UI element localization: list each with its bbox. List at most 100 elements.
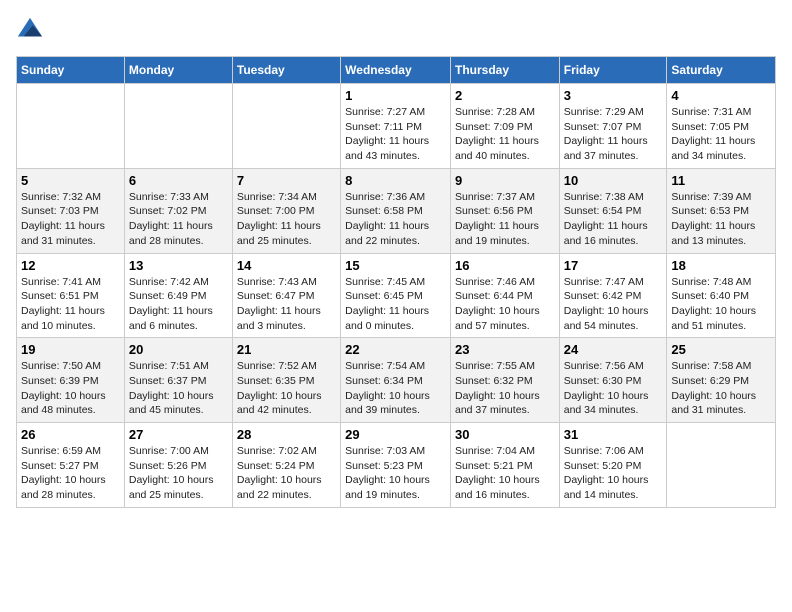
day-info: Sunrise: 6:59 AM Sunset: 5:27 PM Dayligh… — [21, 444, 120, 503]
day-info: Sunrise: 7:31 AM Sunset: 7:05 PM Dayligh… — [671, 105, 771, 164]
day-number: 4 — [671, 88, 771, 103]
calendar-cell: 22Sunrise: 7:54 AM Sunset: 6:34 PM Dayli… — [341, 338, 451, 423]
calendar-cell — [232, 84, 340, 169]
day-info: Sunrise: 7:37 AM Sunset: 6:56 PM Dayligh… — [455, 190, 555, 249]
calendar-cell: 12 Sunrise: 7:41 AM Sunset: 6:51 PM Dayli… — [17, 253, 125, 338]
week-row-3: 12 Sunrise: 7:41 AM Sunset: 6:51 PM Dayli… — [17, 253, 776, 338]
day-info: Sunrise: 7:42 AM Sunset: 6:49 PM Dayligh… — [129, 275, 228, 334]
day-info: Sunrise: 7:02 AM Sunset: 5:24 PM Dayligh… — [237, 444, 336, 503]
day-header-saturday: Saturday — [667, 57, 776, 84]
day-number: 15 — [345, 258, 446, 273]
day-number: 19 — [21, 342, 120, 357]
day-number: 14 — [237, 258, 336, 273]
day-number: 18 — [671, 258, 771, 273]
calendar-cell: 23 Sunrise: 7:55 AM Sunset: 6:32 PM Dayli… — [450, 338, 559, 423]
calendar-cell: 20Sunrise: 7:51 AM Sunset: 6:37 PM Dayli… — [124, 338, 232, 423]
day-info: Sunrise: 7:41 AM Sunset: 6:51 PM Dayligh… — [21, 275, 120, 334]
calendar-cell: 25Sunrise: 7:58 AM Sunset: 6:29 PM Dayli… — [667, 338, 776, 423]
day-header-wednesday: Wednesday — [341, 57, 451, 84]
day-header-monday: Monday — [124, 57, 232, 84]
calendar-cell: 17Sunrise: 7:47 AM Sunset: 6:42 PM Dayli… — [559, 253, 667, 338]
calendar-cell: 8 Sunrise: 7:36 AM Sunset: 6:58 PM Daylig… — [341, 168, 451, 253]
day-info: Sunrise: 7:50 AM Sunset: 6:39 PM Dayligh… — [21, 359, 120, 418]
day-info: Sunrise: 7:55 AM Sunset: 6:32 PM Dayligh… — [455, 359, 555, 418]
day-header-friday: Friday — [559, 57, 667, 84]
day-info: Sunrise: 7:56 AM Sunset: 6:30 PM Dayligh… — [564, 359, 663, 418]
day-header-sunday: Sunday — [17, 57, 125, 84]
week-row-4: 19 Sunrise: 7:50 AM Sunset: 6:39 PM Dayli… — [17, 338, 776, 423]
day-info: Sunrise: 7:27 AM Sunset: 7:11 PM Dayligh… — [345, 105, 446, 164]
week-row-1: 1 Sunrise: 7:27 AM Sunset: 7:11 PM Daylig… — [17, 84, 776, 169]
day-info: Sunrise: 7:46 AM Sunset: 6:44 PM Dayligh… — [455, 275, 555, 334]
day-info: Sunrise: 7:48 AM Sunset: 6:40 PM Dayligh… — [671, 275, 771, 334]
day-number: 27 — [129, 427, 228, 442]
day-number: 28 — [237, 427, 336, 442]
logo — [16, 16, 48, 44]
calendar-cell: 27Sunrise: 7:00 AM Sunset: 5:26 PM Dayli… — [124, 423, 232, 508]
calendar-cell: 6 Sunrise: 7:33 AM Sunset: 7:02 PM Daylig… — [124, 168, 232, 253]
day-info: Sunrise: 7:32 AM Sunset: 7:03 PM Dayligh… — [21, 190, 120, 249]
day-number: 6 — [129, 173, 228, 188]
day-info: Sunrise: 7:34 AM Sunset: 7:00 PM Dayligh… — [237, 190, 336, 249]
day-number: 21 — [237, 342, 336, 357]
calendar-cell: 14 Sunrise: 7:43 AM Sunset: 6:47 PM Dayli… — [232, 253, 340, 338]
calendar-cell: 18 Sunrise: 7:48 AM Sunset: 6:40 PM Dayli… — [667, 253, 776, 338]
day-info: Sunrise: 7:43 AM Sunset: 6:47 PM Dayligh… — [237, 275, 336, 334]
day-number: 3 — [564, 88, 663, 103]
calendar-cell: 13 Sunrise: 7:42 AM Sunset: 6:49 PM Dayli… — [124, 253, 232, 338]
day-header-thursday: Thursday — [450, 57, 559, 84]
day-number: 17 — [564, 258, 663, 273]
day-number: 1 — [345, 88, 446, 103]
calendar-cell: 16Sunrise: 7:46 AM Sunset: 6:44 PM Dayli… — [450, 253, 559, 338]
day-info: Sunrise: 7:03 AM Sunset: 5:23 PM Dayligh… — [345, 444, 446, 503]
calendar-cell: 19 Sunrise: 7:50 AM Sunset: 6:39 PM Dayli… — [17, 338, 125, 423]
day-header-tuesday: Tuesday — [232, 57, 340, 84]
calendar-cell: 26 Sunrise: 6:59 AM Sunset: 5:27 PM Dayli… — [17, 423, 125, 508]
day-number: 10 — [564, 173, 663, 188]
calendar-cell: 15 Sunrise: 7:45 AM Sunset: 6:45 PM Dayli… — [341, 253, 451, 338]
day-info: Sunrise: 7:45 AM Sunset: 6:45 PM Dayligh… — [345, 275, 446, 334]
day-number: 7 — [237, 173, 336, 188]
day-info: Sunrise: 7:54 AM Sunset: 6:34 PM Dayligh… — [345, 359, 446, 418]
calendar-cell: 10 Sunrise: 7:38 AM Sunset: 6:54 PM Dayli… — [559, 168, 667, 253]
calendar-cell: 21 Sunrise: 7:52 AM Sunset: 6:35 PM Dayli… — [232, 338, 340, 423]
calendar-cell: 31Sunrise: 7:06 AM Sunset: 5:20 PM Dayli… — [559, 423, 667, 508]
day-number: 2 — [455, 88, 555, 103]
day-info: Sunrise: 7:04 AM Sunset: 5:21 PM Dayligh… — [455, 444, 555, 503]
day-number: 29 — [345, 427, 446, 442]
day-number: 30 — [455, 427, 555, 442]
day-info: Sunrise: 7:38 AM Sunset: 6:54 PM Dayligh… — [564, 190, 663, 249]
day-info: Sunrise: 7:36 AM Sunset: 6:58 PM Dayligh… — [345, 190, 446, 249]
calendar-cell: 30 Sunrise: 7:04 AM Sunset: 5:21 PM Dayli… — [450, 423, 559, 508]
day-number: 26 — [21, 427, 120, 442]
calendar-table: SundayMondayTuesdayWednesdayThursdayFrid… — [16, 56, 776, 508]
calendar-cell — [17, 84, 125, 169]
day-info: Sunrise: 7:33 AM Sunset: 7:02 PM Dayligh… — [129, 190, 228, 249]
calendar-cell — [124, 84, 232, 169]
day-number: 13 — [129, 258, 228, 273]
day-number: 20 — [129, 342, 228, 357]
day-info: Sunrise: 7:39 AM Sunset: 6:53 PM Dayligh… — [671, 190, 771, 249]
day-info: Sunrise: 7:58 AM Sunset: 6:29 PM Dayligh… — [671, 359, 771, 418]
week-row-5: 26 Sunrise: 6:59 AM Sunset: 5:27 PM Dayli… — [17, 423, 776, 508]
calendar-cell: 24Sunrise: 7:56 AM Sunset: 6:30 PM Dayli… — [559, 338, 667, 423]
day-number: 31 — [564, 427, 663, 442]
calendar-cell: 7 Sunrise: 7:34 AM Sunset: 7:00 PM Daylig… — [232, 168, 340, 253]
calendar-cell: 9 Sunrise: 7:37 AM Sunset: 6:56 PM Daylig… — [450, 168, 559, 253]
calendar-cell: 28 Sunrise: 7:02 AM Sunset: 5:24 PM Dayli… — [232, 423, 340, 508]
logo-icon — [16, 16, 44, 44]
day-info: Sunrise: 7:29 AM Sunset: 7:07 PM Dayligh… — [564, 105, 663, 164]
header-row: SundayMondayTuesdayWednesdayThursdayFrid… — [17, 57, 776, 84]
calendar-cell: 29 Sunrise: 7:03 AM Sunset: 5:23 PM Dayli… — [341, 423, 451, 508]
day-number: 23 — [455, 342, 555, 357]
day-info: Sunrise: 7:28 AM Sunset: 7:09 PM Dayligh… — [455, 105, 555, 164]
calendar-cell — [667, 423, 776, 508]
day-number: 8 — [345, 173, 446, 188]
day-number: 12 — [21, 258, 120, 273]
day-info: Sunrise: 7:52 AM Sunset: 6:35 PM Dayligh… — [237, 359, 336, 418]
day-number: 11 — [671, 173, 771, 188]
calendar-cell: 5Sunrise: 7:32 AM Sunset: 7:03 PM Daylig… — [17, 168, 125, 253]
calendar-cell: 4 Sunrise: 7:31 AM Sunset: 7:05 PM Daylig… — [667, 84, 776, 169]
day-number: 9 — [455, 173, 555, 188]
week-row-2: 5Sunrise: 7:32 AM Sunset: 7:03 PM Daylig… — [17, 168, 776, 253]
